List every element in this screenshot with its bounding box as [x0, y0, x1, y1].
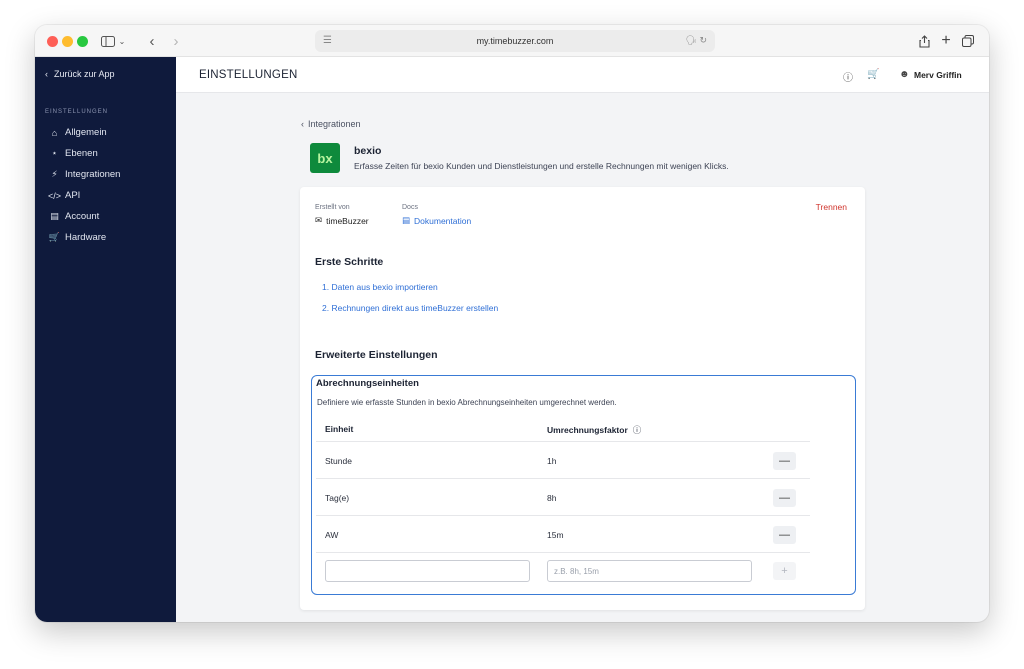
close-window-button[interactable]: [47, 36, 58, 47]
card-icon: ▤: [50, 211, 59, 221]
chevron-left-icon: ‹: [45, 69, 48, 79]
browser-window: ⌄ ‹ › ☰ my.timebuzzer.com 🗣 ↻ + ‹ Zurück…: [35, 25, 989, 622]
sidebar-item-api[interactable]: </> API: [48, 190, 81, 201]
page-menu-icon[interactable]: ☰: [323, 35, 332, 46]
sidebar-item-account[interactable]: ▤ Account: [49, 211, 99, 222]
document-icon: ▤: [402, 215, 411, 225]
minimize-window-button[interactable]: [62, 36, 73, 47]
maximize-window-button[interactable]: [77, 36, 88, 47]
share-icon[interactable]: [917, 31, 931, 51]
page-title: EINSTELLUNGEN: [199, 69, 298, 81]
address-bar[interactable]: ☰ my.timebuzzer.com 🗣 ↻: [315, 30, 715, 52]
factor-cell: 1h: [547, 456, 557, 466]
plug-icon: ⚡: [51, 169, 58, 179]
chevron-right-icon[interactable]: ›: [169, 31, 183, 51]
user-icon: ☻: [899, 69, 910, 80]
cart-icon[interactable]: 🛒: [867, 69, 879, 80]
bexio-logo-text: bx: [317, 150, 333, 166]
integration-description: Erfasse Zeiten für bexio Kunden und Dien…: [354, 161, 729, 171]
column-header-unit: Einheit: [325, 424, 354, 434]
billing-units-description: Definiere wie erfasste Stunden in bexio …: [317, 398, 617, 407]
minus-icon: —: [779, 528, 790, 541]
bexio-logo: bx: [310, 143, 340, 173]
sidebar-toggle-icon[interactable]: ⌄: [99, 31, 127, 51]
created-by-value: ✉ timeBuzzer: [315, 215, 369, 226]
row-divider: [316, 515, 810, 516]
info-icon[interactable]: ⓘ: [633, 424, 642, 436]
sidebar: ‹ Zurück zur App EINSTELLUNGEN ⌂ Allgeme…: [35, 57, 176, 622]
billing-units-panel: Abrechnungseinheiten Definiere wie erfas…: [311, 375, 856, 595]
minus-icon: —: [779, 491, 790, 504]
sidebar-item-label: Ebenen: [65, 148, 98, 159]
chevron-down-icon: ⌄: [118, 36, 126, 46]
chevron-left-icon: ‹: [301, 119, 304, 129]
sidebar-item-ebenen[interactable]: ⋆ Ebenen: [49, 148, 98, 159]
sidebar-item-label: Account: [65, 211, 100, 222]
integration-title: bexio: [354, 145, 382, 157]
remove-unit-button[interactable]: —: [773, 489, 796, 507]
page-header: EINSTELLUNGEN ⓘ 🛒 ☻ Merv Griffin: [176, 57, 989, 93]
sidebar-item-label: Allgemein: [65, 127, 107, 138]
documentation-link[interactable]: ▤ Dokumentation: [402, 215, 471, 226]
tabs-icon[interactable]: [961, 31, 975, 51]
unit-cell: Stunde: [325, 456, 352, 466]
row-divider: [316, 478, 810, 479]
url-text: my.timebuzzer.com: [476, 36, 554, 46]
remove-unit-button[interactable]: —: [773, 526, 796, 544]
plus-icon[interactable]: +: [939, 31, 953, 51]
factor-cell: 15m: [547, 530, 564, 540]
sidebar-item-label: Hardware: [65, 232, 107, 243]
back-to-app-label: Zurück zur App: [54, 69, 115, 79]
chevron-left-icon[interactable]: ‹: [145, 31, 159, 51]
sidebar-item-label: Integrationen: [65, 169, 121, 180]
translate-icon[interactable]: 🗣 ↻: [686, 35, 707, 46]
billing-units-title: Abrechnungseinheiten: [316, 378, 419, 389]
sidebar-item-integrationen[interactable]: ⚡ Integrationen: [49, 169, 120, 180]
integration-card: Erstellt von ✉ timeBuzzer Docs ▤ Dokumen…: [300, 187, 865, 610]
sidebar-item-label: API: [65, 190, 81, 201]
row-divider: [316, 552, 810, 553]
hierarchy-icon: ⋆: [51, 148, 58, 158]
sidebar-section-label: EINSTELLUNGEN: [45, 109, 109, 115]
sidebar-item-allgemein[interactable]: ⌂ Allgemein: [49, 127, 107, 138]
user-menu[interactable]: Merv Griffin: [914, 70, 962, 80]
mail-icon: ✉: [315, 215, 323, 225]
home-icon: ⌂: [51, 127, 58, 138]
step-link-invoices[interactable]: 2. Rechnungen direkt aus timeBuzzer erst…: [322, 303, 498, 313]
advanced-settings-title: Erweiterte Einstellungen: [315, 349, 438, 361]
add-unit-button[interactable]: +: [773, 562, 796, 580]
sidebar-item-hardware[interactable]: 🛒 Hardware: [49, 232, 106, 243]
back-to-app-link[interactable]: ‹ Zurück zur App: [45, 69, 115, 79]
plus-icon: +: [781, 565, 788, 577]
minus-icon: —: [779, 454, 790, 467]
unit-cell: AW: [325, 530, 339, 540]
new-factor-input[interactable]: [547, 560, 752, 582]
remove-unit-button[interactable]: —: [773, 452, 796, 470]
factor-cell: 8h: [547, 493, 557, 503]
cart-icon: 🛒: [48, 232, 61, 242]
docs-label: Docs: [402, 204, 418, 211]
first-steps-title: Erste Schritte: [315, 256, 384, 268]
unit-cell: Tag(e): [325, 493, 350, 503]
disconnect-button[interactable]: Trennen: [816, 202, 847, 212]
browser-toolbar: ⌄ ‹ › ☰ my.timebuzzer.com 🗣 ↻ +: [35, 25, 989, 57]
breadcrumb-label: Integrationen: [308, 119, 361, 129]
created-by-label: Erstellt von: [315, 204, 350, 211]
code-icon: </>: [48, 190, 62, 201]
help-icon[interactable]: ⓘ: [843, 69, 853, 84]
step-link-import[interactable]: 1. Daten aus bexio importieren: [322, 282, 438, 292]
row-divider: [316, 441, 810, 442]
breadcrumb[interactable]: ‹ Integrationen: [301, 119, 361, 129]
new-unit-input[interactable]: [325, 560, 530, 582]
column-header-factor: Umrechnungsfaktor ⓘ: [547, 424, 642, 436]
